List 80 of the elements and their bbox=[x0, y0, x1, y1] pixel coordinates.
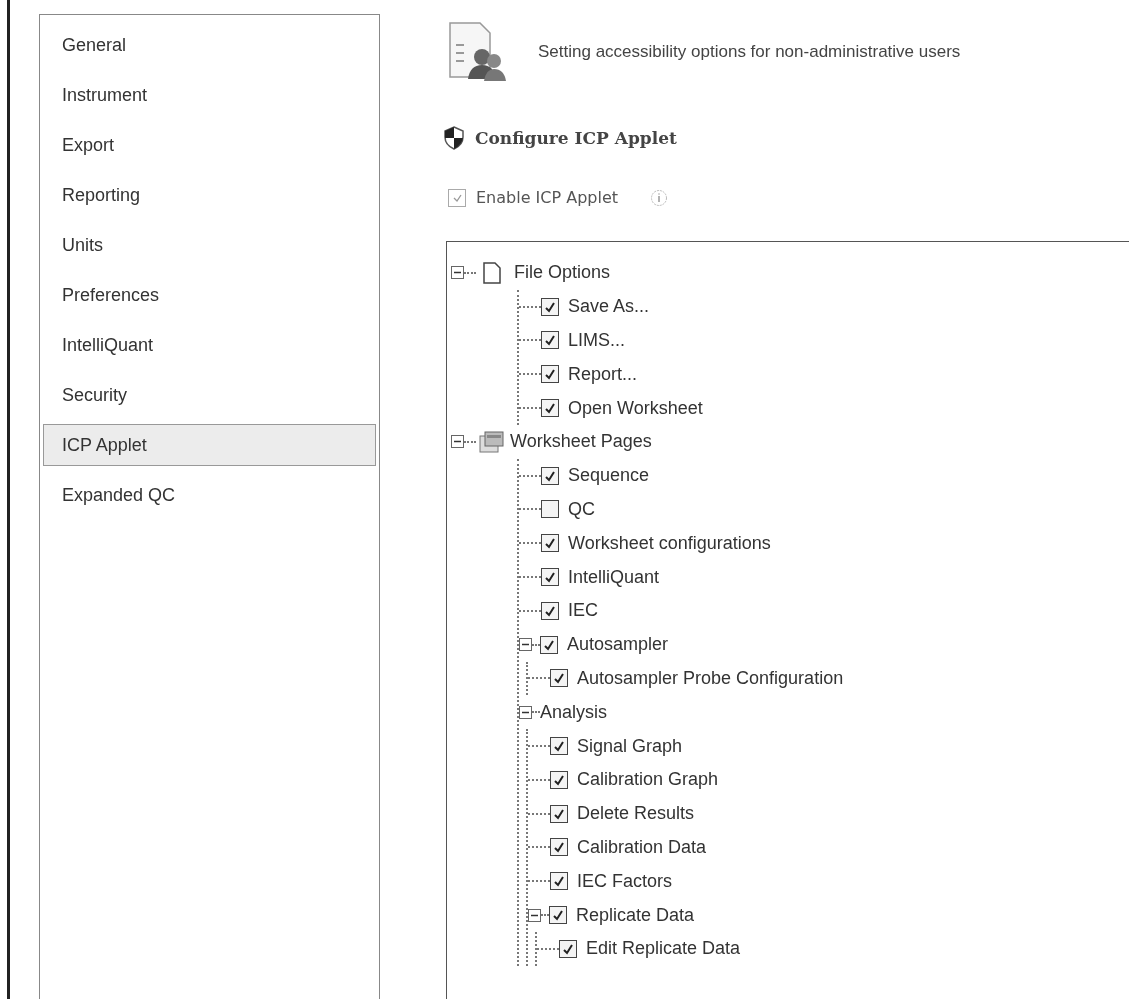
checkmark-icon bbox=[562, 942, 574, 955]
checkmark-icon bbox=[544, 300, 556, 313]
tree-item-label[interactable]: Edit Replicate Data bbox=[586, 938, 741, 960]
checkbox[interactable] bbox=[549, 906, 567, 925]
tree-item-label[interactable]: Autosampler bbox=[567, 634, 669, 656]
category-item[interactable]: Instrument bbox=[43, 74, 376, 116]
checkbox[interactable] bbox=[541, 331, 559, 350]
checkmark-icon bbox=[544, 402, 556, 415]
checkbox[interactable] bbox=[550, 838, 568, 857]
shield-icon bbox=[443, 126, 465, 150]
tree-item-label[interactable]: Signal Graph bbox=[577, 735, 683, 757]
checkmark-icon bbox=[553, 740, 565, 753]
tree-item-label[interactable]: LIMS... bbox=[568, 330, 625, 351]
tree-item-label[interactable]: QC bbox=[568, 498, 595, 520]
checkbox[interactable] bbox=[559, 939, 577, 958]
tree-item-label[interactable]: Worksheet configurations bbox=[568, 532, 771, 554]
checkbox[interactable] bbox=[541, 601, 559, 620]
tree-item-label[interactable]: Calibration Graph bbox=[577, 769, 719, 791]
checkbox[interactable] bbox=[541, 568, 559, 587]
enable-label: Enable ICP Applet bbox=[476, 188, 619, 207]
tree-item-label[interactable]: Worksheet Pages bbox=[510, 431, 652, 453]
checkmark-icon bbox=[552, 909, 564, 922]
category-item[interactable]: Reporting bbox=[43, 174, 376, 216]
checkbox[interactable] bbox=[541, 466, 559, 485]
checkmark-icon bbox=[543, 638, 555, 651]
category-item[interactable]: ICP Applet bbox=[43, 424, 376, 466]
checkbox[interactable] bbox=[541, 534, 559, 553]
collapse-icon[interactable] bbox=[519, 705, 532, 719]
checkmark-icon bbox=[452, 193, 462, 202]
tree-item-label[interactable]: IEC Factors bbox=[577, 870, 673, 892]
checkmark-icon bbox=[544, 537, 556, 550]
tree-item-label[interactable]: Open Worksheet bbox=[568, 397, 703, 419]
checkmark-icon bbox=[544, 368, 556, 381]
tree-item-label[interactable]: Sequence bbox=[568, 465, 650, 487]
checkbox[interactable] bbox=[550, 804, 568, 823]
checkmark-icon bbox=[544, 571, 556, 584]
checkmark-icon bbox=[553, 841, 565, 854]
checkmark-icon bbox=[553, 672, 565, 685]
checkmark-icon bbox=[553, 875, 565, 888]
window-icon bbox=[478, 429, 504, 454]
tree-item-label[interactable]: Calibration Data bbox=[577, 836, 707, 858]
checkbox[interactable] bbox=[540, 635, 558, 654]
category-item[interactable]: Export bbox=[43, 124, 376, 166]
section-title: Configure ICP Applet bbox=[475, 128, 677, 148]
enable-checkbox[interactable] bbox=[448, 188, 466, 207]
checkbox[interactable] bbox=[550, 872, 568, 891]
users-document-icon bbox=[446, 21, 508, 83]
collapse-icon[interactable] bbox=[528, 908, 541, 922]
checkbox[interactable] bbox=[550, 770, 568, 789]
category-item[interactable]: IntelliQuant bbox=[43, 324, 376, 366]
description-text: Setting accessibility options for non-administrative users bbox=[538, 42, 961, 62]
tree-item-label[interactable]: IntelliQuant bbox=[568, 566, 660, 588]
tree-item-label[interactable]: Save As... bbox=[568, 296, 650, 318]
checkmark-icon bbox=[553, 807, 565, 820]
category-item[interactable]: Units bbox=[43, 224, 376, 266]
checkmark-icon bbox=[544, 604, 556, 617]
checkmark-icon bbox=[544, 334, 556, 347]
tree-item-label[interactable]: File Options bbox=[514, 262, 611, 284]
checkbox[interactable] bbox=[541, 365, 559, 384]
collapse-icon[interactable] bbox=[451, 266, 464, 280]
checkbox[interactable] bbox=[541, 500, 559, 519]
checkbox[interactable] bbox=[541, 297, 559, 316]
checkbox[interactable] bbox=[550, 737, 568, 756]
category-item[interactable]: Security bbox=[43, 374, 376, 416]
checkmark-icon bbox=[544, 469, 556, 482]
document-icon bbox=[482, 261, 502, 284]
tree-item-label[interactable]: Delete Results bbox=[577, 803, 695, 825]
checkmark-icon bbox=[553, 773, 565, 786]
category-item[interactable]: Preferences bbox=[43, 274, 376, 316]
tree-item-label[interactable]: Report... bbox=[568, 363, 638, 385]
collapse-icon[interactable] bbox=[519, 638, 532, 652]
tree-item-label[interactable]: IEC bbox=[568, 600, 598, 622]
category-item[interactable]: Expanded QC bbox=[43, 474, 376, 516]
category-item[interactable]: General bbox=[43, 24, 376, 66]
tree-item-label[interactable]: Autosampler Probe Configuration bbox=[577, 667, 844, 689]
checkbox[interactable] bbox=[550, 669, 568, 688]
checkbox[interactable] bbox=[541, 399, 559, 418]
collapse-icon[interactable] bbox=[451, 435, 464, 449]
tree-item-label[interactable]: Replicate Data bbox=[576, 904, 695, 926]
tree-item-label[interactable]: Analysis bbox=[540, 701, 608, 723]
